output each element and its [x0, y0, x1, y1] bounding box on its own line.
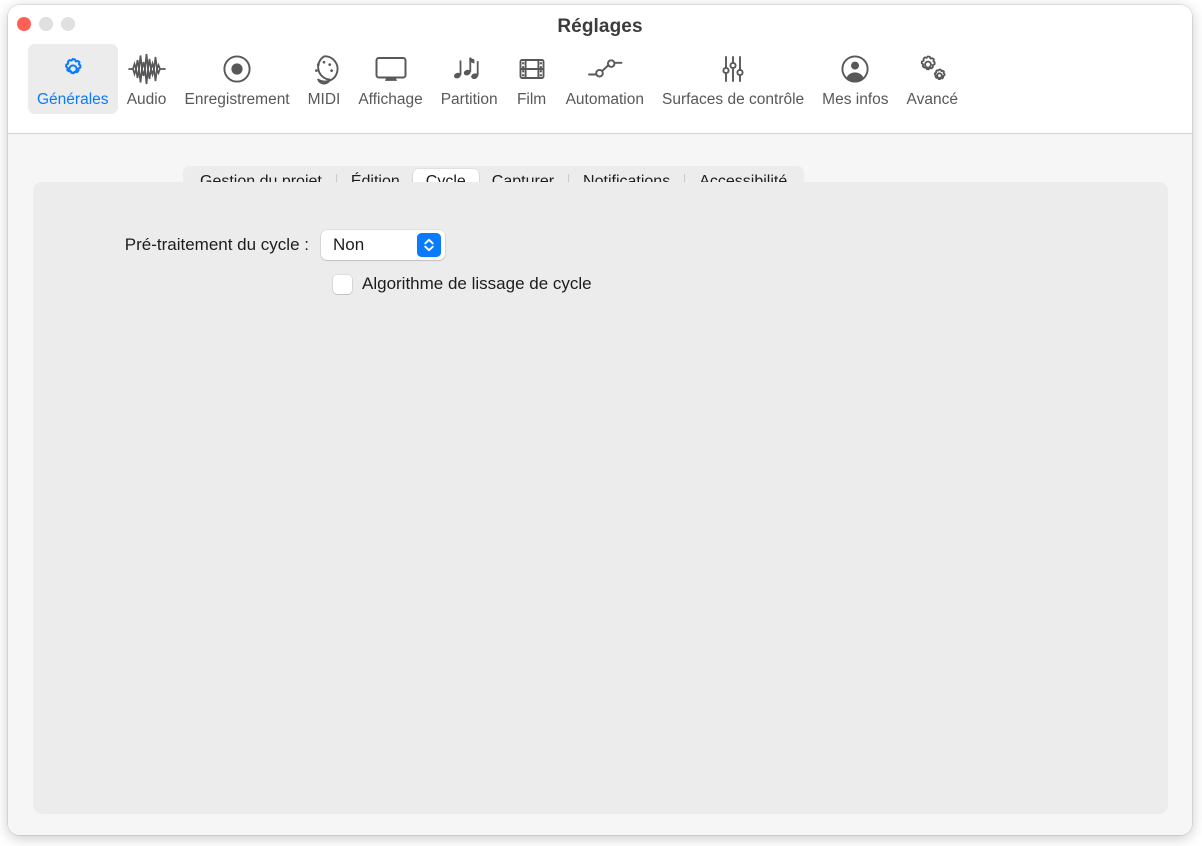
toolbar-label: Affichage: [358, 91, 423, 108]
film-strip-icon: [516, 51, 548, 87]
window-title: Réglages: [557, 16, 643, 37]
toolbar-item-surfaces-de-controle[interactable]: Surfaces de contrôle: [653, 44, 813, 114]
midi-connector-icon: [308, 51, 340, 87]
chevron-up-down-icon: [417, 233, 441, 257]
preferences-body: Gestion du projet Édition Cycle Capturer…: [8, 134, 1192, 835]
toolbar-item-midi[interactable]: MIDI: [299, 44, 350, 114]
music-notes-icon: [451, 51, 487, 87]
pretreatment-value: Non: [333, 235, 365, 254]
toolbar-label: Automation: [565, 91, 644, 108]
double-gear-icon: [914, 51, 950, 87]
smoothing-row[interactable]: Algorithme de lissage de cycle: [333, 274, 592, 294]
pretreatment-popup-button[interactable]: Non: [321, 230, 445, 260]
record-icon: [221, 51, 253, 87]
toolbar-label: Mes infos: [822, 91, 889, 108]
smoothing-checkbox[interactable]: [333, 274, 352, 294]
preferences-toolbar: Générales Audio Enregistrement MIDI Affi…: [8, 44, 1192, 124]
gear-icon: [57, 51, 89, 87]
toolbar-item-partition[interactable]: Partition: [432, 44, 507, 114]
toolbar-item-generales[interactable]: Générales: [28, 44, 118, 114]
toolbar-label: Enregistrement: [184, 91, 290, 108]
display-icon: [373, 51, 409, 87]
person-circle-icon: [839, 51, 871, 87]
toolbar-label: Partition: [440, 91, 498, 108]
toolbar-label: Film: [516, 91, 547, 108]
settings-window: Réglages Générales Audio Enregistrement …: [8, 5, 1192, 835]
toolbar-item-audio[interactable]: Audio: [118, 44, 176, 114]
pretreatment-row: Pré-traitement du cycle : Non: [33, 230, 1168, 260]
automation-nodes-icon: [585, 51, 625, 87]
toolbar-item-avance[interactable]: Avancé: [898, 44, 967, 114]
pretreatment-label: Pré-traitement du cycle :: [124, 235, 309, 254]
toolbar-label: Surfaces de contrôle: [662, 91, 805, 108]
toolbar-item-affichage[interactable]: Affichage: [349, 44, 431, 114]
toolbar-label: Audio: [126, 91, 167, 108]
toolbar-item-film[interactable]: Film: [507, 44, 557, 114]
toolbar-item-enregistrement[interactable]: Enregistrement: [176, 44, 299, 114]
toolbar-item-mes-infos[interactable]: Mes infos: [813, 44, 897, 114]
smoothing-label: Algorithme de lissage de cycle: [362, 274, 592, 293]
cycle-settings-panel: Pré-traitement du cycle : Non Algorithme…: [33, 182, 1168, 814]
toolbar-label: MIDI: [307, 91, 341, 108]
toolbar-label: Générales: [37, 91, 109, 108]
toolbar-label: Avancé: [906, 91, 958, 108]
sliders-icon: [717, 51, 749, 87]
toolbar-item-automation[interactable]: Automation: [557, 44, 653, 114]
title-bar: Réglages Générales Audio Enregistrement …: [8, 5, 1192, 134]
waveform-icon: [127, 51, 167, 87]
